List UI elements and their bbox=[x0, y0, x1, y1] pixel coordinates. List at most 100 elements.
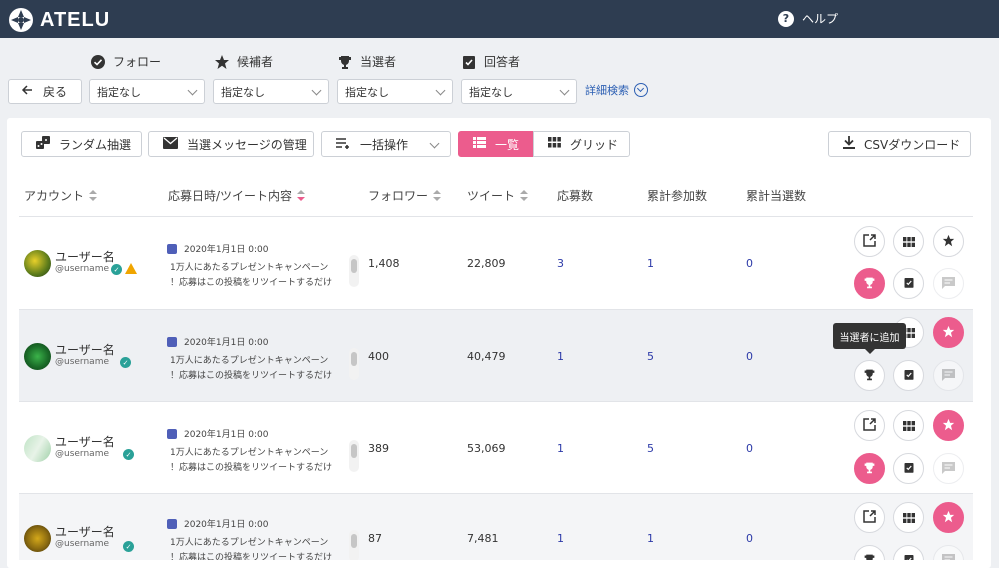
warning-icon bbox=[125, 263, 137, 274]
header-followers[interactable]: フォロワー bbox=[368, 187, 442, 204]
total-entries-link[interactable]: 5 bbox=[647, 442, 654, 455]
winner-button[interactable] bbox=[854, 545, 885, 560]
external-link-icon bbox=[863, 508, 876, 527]
tweets-count: 22,809 bbox=[467, 257, 506, 270]
winner-button[interactable] bbox=[854, 268, 885, 299]
tweet-scrollbar[interactable] bbox=[349, 440, 359, 472]
view-list-tab[interactable]: 一覧 bbox=[458, 131, 534, 157]
grid-view-button[interactable] bbox=[893, 226, 924, 257]
total-wins-link[interactable]: 0 bbox=[746, 257, 753, 270]
grid-view-button[interactable] bbox=[893, 410, 924, 441]
table-row: ユーザー名 @username ✓ 2020年1月1日 0:00 1万人にあたる… bbox=[19, 402, 973, 494]
tweet-line: ！応募はこの投稿をリツイートするだけ bbox=[170, 463, 333, 473]
open-link-button[interactable] bbox=[854, 502, 885, 533]
external-link-icon bbox=[863, 416, 876, 435]
avatar[interactable] bbox=[24, 435, 51, 462]
entries-link[interactable]: 1 bbox=[557, 350, 564, 363]
entry-date: 2020年1月1日 0:00 bbox=[184, 338, 269, 348]
user-name[interactable]: ユーザー名 bbox=[55, 523, 115, 540]
candidate-button[interactable] bbox=[933, 502, 964, 533]
responder-button[interactable] bbox=[893, 545, 924, 560]
header-tweets[interactable]: ツイート bbox=[467, 187, 529, 204]
tweet-line: ！応募はこの投稿をリツイートするだけ bbox=[170, 553, 333, 560]
message-button[interactable] bbox=[933, 360, 964, 391]
bulk-action-dropdown[interactable]: 一括操作 bbox=[321, 131, 451, 157]
winner-button[interactable] bbox=[854, 453, 885, 484]
tweet-line: 1万人にあたるプレゼントキャンペーン bbox=[170, 448, 329, 458]
message-button[interactable] bbox=[933, 453, 964, 484]
user-name[interactable]: ユーザー名 bbox=[55, 433, 115, 450]
star-icon bbox=[942, 508, 955, 527]
responder-button[interactable] bbox=[893, 453, 924, 484]
winner-select[interactable]: 指定なし bbox=[337, 79, 453, 104]
chevron-down-icon bbox=[311, 85, 322, 96]
tweet-scrollbar[interactable] bbox=[349, 255, 359, 287]
user-handle: @username bbox=[55, 539, 109, 549]
chevron-down-icon bbox=[429, 138, 440, 149]
responder-select[interactable]: 指定なし bbox=[461, 79, 577, 104]
top-bar: ATELU ? ヘルプ bbox=[0, 0, 999, 38]
user-name[interactable]: ユーザー名 bbox=[55, 341, 115, 358]
total-wins-link[interactable]: 0 bbox=[746, 532, 753, 545]
header-label: 応募数 bbox=[557, 189, 594, 203]
total-entries-link[interactable]: 1 bbox=[647, 257, 654, 270]
header-date-content[interactable]: 応募日時/ツイート内容 bbox=[168, 187, 306, 204]
entry-date: 2020年1月1日 0:00 bbox=[184, 245, 269, 255]
avatar[interactable] bbox=[24, 250, 51, 277]
avatar[interactable] bbox=[24, 525, 51, 552]
winner-button[interactable] bbox=[854, 360, 885, 391]
candidate-button[interactable] bbox=[933, 226, 964, 257]
candidate-button[interactable] bbox=[933, 410, 964, 441]
followers-count: 389 bbox=[368, 442, 389, 455]
total-entries-link[interactable]: 1 bbox=[647, 532, 654, 545]
header-account[interactable]: アカウント bbox=[24, 187, 98, 204]
sort-icon bbox=[433, 190, 442, 201]
entries-link[interactable]: 3 bbox=[557, 257, 564, 270]
message-button[interactable] bbox=[933, 545, 964, 560]
grid-view-button[interactable] bbox=[893, 502, 924, 533]
tweets-count: 53,069 bbox=[467, 442, 506, 455]
avatar[interactable] bbox=[24, 343, 51, 370]
clipboard-check-icon bbox=[903, 459, 915, 478]
total-entries-link[interactable]: 5 bbox=[647, 350, 654, 363]
user-handle: @username bbox=[55, 357, 109, 367]
total-wins-link[interactable]: 0 bbox=[746, 442, 753, 455]
csv-download-button[interactable]: CSVダウンロード bbox=[828, 131, 971, 157]
clipboard-check-icon bbox=[903, 274, 915, 293]
tweets-count: 7,481 bbox=[467, 532, 499, 545]
logo[interactable]: ATELU bbox=[8, 7, 110, 33]
entries-link[interactable]: 1 bbox=[557, 532, 564, 545]
help-link[interactable]: ? ヘルプ bbox=[778, 10, 838, 27]
advanced-search-link[interactable]: 詳細検索 bbox=[585, 82, 648, 98]
random-draw-button[interactable]: ランダム抽選 bbox=[21, 131, 142, 157]
tweet-scrollbar[interactable] bbox=[349, 530, 359, 560]
grid-icon bbox=[902, 416, 915, 435]
star-icon bbox=[214, 54, 230, 70]
user-name[interactable]: ユーザー名 bbox=[55, 248, 115, 265]
tweet-scrollbar[interactable] bbox=[349, 348, 359, 380]
sort-icon bbox=[520, 190, 529, 201]
responder-button[interactable] bbox=[893, 360, 924, 391]
retweet-icon bbox=[167, 519, 177, 529]
clipboard-check-icon bbox=[903, 551, 915, 560]
total-wins-link[interactable]: 0 bbox=[746, 350, 753, 363]
filter-label-winner: 当選者 bbox=[337, 53, 396, 70]
entries-link[interactable]: 1 bbox=[557, 442, 564, 455]
candidate-select[interactable]: 指定なし bbox=[213, 79, 329, 104]
follow-select[interactable]: 指定なし bbox=[89, 79, 205, 104]
view-grid-label: グリッド bbox=[570, 137, 619, 152]
open-link-button[interactable] bbox=[854, 410, 885, 441]
star-icon bbox=[942, 416, 955, 435]
comment-icon bbox=[942, 274, 955, 293]
header-entries: 応募数 bbox=[557, 187, 593, 204]
message-manage-button[interactable]: 当選メッセージの管理 bbox=[148, 131, 314, 157]
message-button[interactable] bbox=[933, 268, 964, 299]
responder-button[interactable] bbox=[893, 268, 924, 299]
chevron-down-icon bbox=[187, 85, 198, 96]
back-button[interactable]: 戻る bbox=[8, 79, 82, 104]
trophy-icon bbox=[863, 274, 876, 293]
view-grid-tab[interactable]: グリッド bbox=[533, 131, 630, 157]
open-link-button[interactable] bbox=[854, 226, 885, 257]
candidate-button[interactable] bbox=[933, 317, 964, 348]
header-total-entries: 累計参加数 bbox=[647, 187, 707, 204]
